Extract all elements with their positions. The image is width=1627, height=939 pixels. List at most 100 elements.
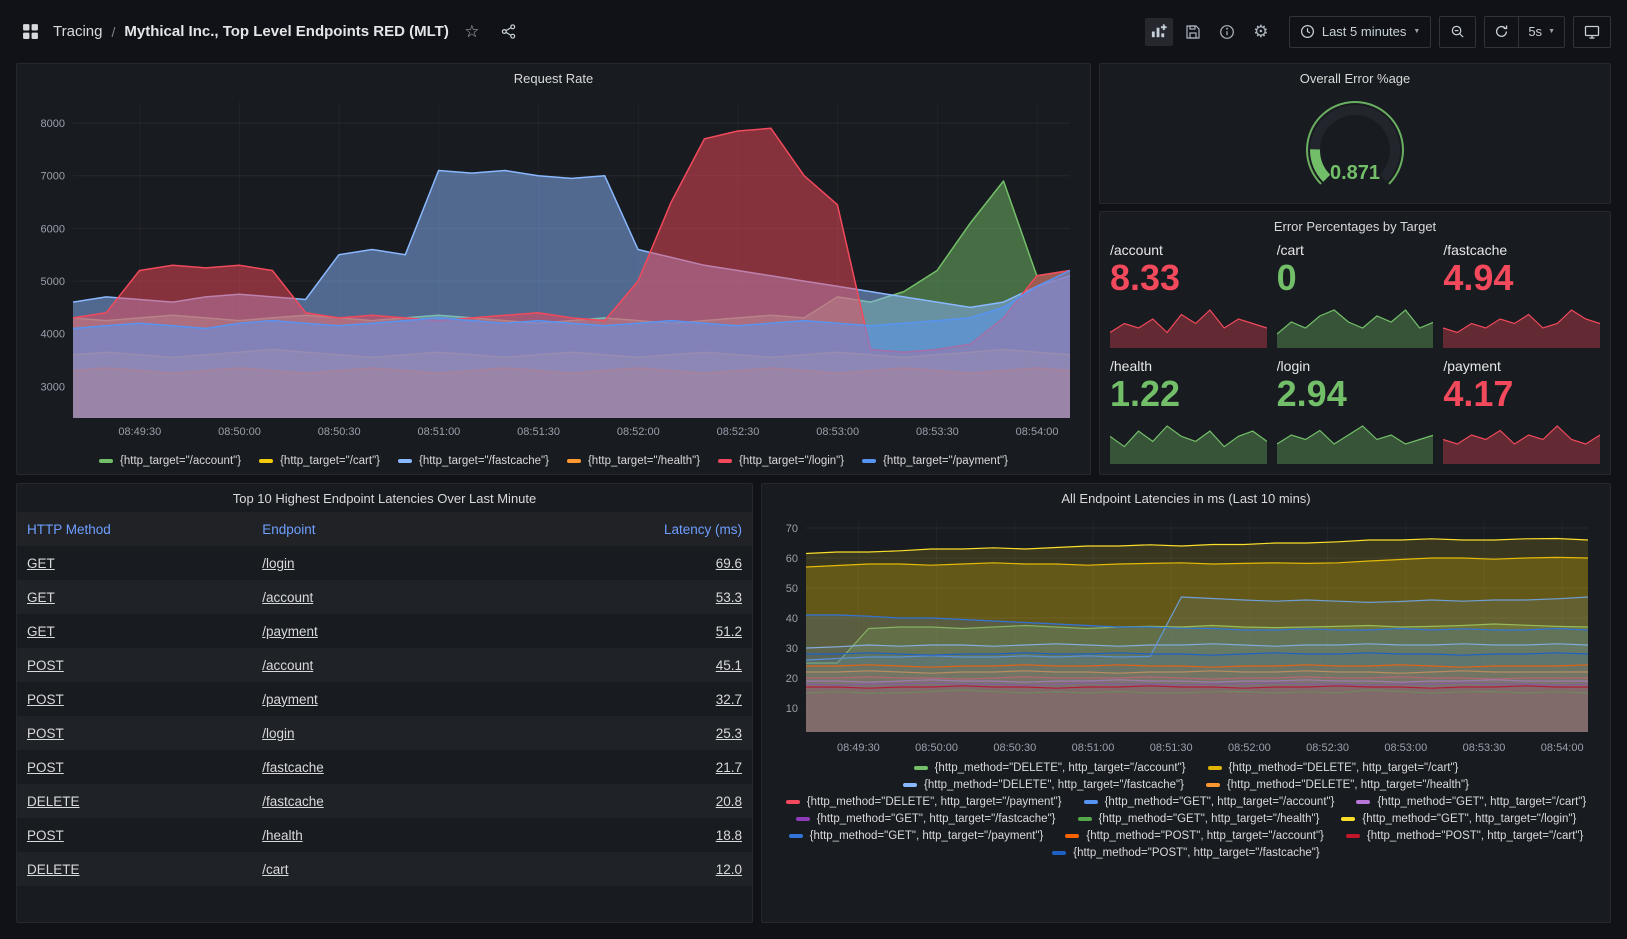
dashboard-insights-button[interactable] — [1213, 18, 1241, 46]
error-stat-account[interactable]: /account8.33 — [1110, 242, 1267, 348]
legend-item[interactable]: {http_method="POST", http_target="/accou… — [1065, 830, 1324, 842]
method-link[interactable]: POST — [27, 658, 64, 673]
all-latencies-chart[interactable]: 1020304050607008:49:3008:50:0008:50:3008… — [766, 510, 1606, 756]
legend-item[interactable]: {http_target="/health"} — [567, 455, 700, 467]
breadcrumb-separator: / — [111, 24, 115, 40]
legend-item[interactable]: {http_method="GET", http_target="/health… — [1078, 813, 1320, 825]
method-link[interactable]: POST — [27, 692, 64, 707]
method-link[interactable]: GET — [27, 590, 55, 605]
refresh-interval-select[interactable]: 5s ▼ — [1518, 17, 1564, 47]
latency-value[interactable]: 69.6 — [716, 556, 742, 571]
method-link[interactable]: POST — [27, 726, 64, 741]
legend-series-marker — [862, 459, 876, 463]
method-link[interactable]: GET — [27, 556, 55, 571]
latency-value[interactable]: 32.7 — [716, 692, 742, 707]
refresh-group: 5s ▼ — [1484, 16, 1565, 48]
zoom-out-time-button[interactable] — [1439, 16, 1476, 48]
latency-value[interactable]: 18.8 — [716, 828, 742, 843]
legend-item[interactable]: {http_method="DELETE", http_target="/fas… — [903, 779, 1184, 791]
add-panel-icon — [1150, 23, 1167, 40]
legend-item[interactable]: {http_method="POST", http_target="/fastc… — [1052, 847, 1319, 859]
method-link[interactable]: DELETE — [27, 794, 80, 809]
method-link[interactable]: DELETE — [27, 862, 80, 877]
endpoint-link[interactable]: /login — [262, 726, 294, 741]
panel-title[interactable]: Request Rate — [17, 64, 1090, 92]
refresh-interval-label: 5s — [1528, 24, 1542, 39]
legend-item[interactable]: {http_method="DELETE", http_target="/hea… — [1206, 779, 1469, 791]
time-range-picker[interactable]: Last 5 minutes ▼ — [1289, 16, 1431, 48]
monitor-icon — [1584, 24, 1600, 40]
request-rate-chart[interactable]: 30004000500060007000800008:49:3008:50:00… — [21, 90, 1086, 440]
latency-value[interactable]: 20.8 — [716, 794, 742, 809]
error-stat-fastcache[interactable]: /fastcache4.94 — [1443, 242, 1600, 348]
error-stat-health[interactable]: /health1.22 — [1110, 358, 1267, 464]
stat-label: /account — [1110, 242, 1267, 258]
endpoint-link[interactable]: /login — [262, 556, 294, 571]
legend-item[interactable]: {http_method="DELETE", http_target="/car… — [1208, 762, 1459, 774]
endpoint-link[interactable]: /cart — [262, 862, 288, 877]
legend-item[interactable]: {http_target="/cart"} — [259, 455, 380, 467]
column-header-method[interactable]: HTTP Method — [17, 512, 252, 546]
legend-item[interactable]: {http_target="/fastcache"} — [398, 455, 549, 467]
svg-text:3000: 3000 — [41, 381, 65, 393]
endpoint-link[interactable]: /health — [262, 828, 303, 843]
legend-item[interactable]: {http_method="POST", http_target="/cart"… — [1346, 830, 1583, 842]
panel-title[interactable]: Overall Error %age — [1100, 64, 1610, 92]
legend-item[interactable]: {http_target="/payment"} — [862, 455, 1008, 467]
endpoint-link[interactable]: /account — [262, 658, 313, 673]
table-cell-endpoint: /fastcache — [252, 750, 484, 784]
breadcrumb-section[interactable]: Tracing — [53, 23, 102, 40]
endpoint-link[interactable]: /payment — [262, 624, 318, 639]
latency-value[interactable]: 51.2 — [716, 624, 742, 639]
svg-text:08:54:00: 08:54:00 — [1541, 742, 1584, 754]
endpoint-link[interactable]: /fastcache — [262, 794, 324, 809]
latency-table: HTTP MethodEndpointLatency (ms) GET/login… — [17, 512, 752, 886]
share-icon[interactable] — [495, 18, 523, 46]
panel-title[interactable]: All Endpoint Latencies in ms (Last 10 mi… — [762, 484, 1610, 512]
legend-item[interactable]: {http_method="DELETE", http_target="/acc… — [914, 762, 1186, 774]
legend-item[interactable]: {http_target="/login"} — [718, 455, 844, 467]
latency-value[interactable]: 25.3 — [716, 726, 742, 741]
panel-title[interactable]: Top 10 Highest Endpoint Latencies Over L… — [17, 484, 752, 512]
legend-item[interactable]: {http_method="GET", http_target="/cart"} — [1356, 796, 1586, 808]
dashboard-settings-button[interactable]: ⚙ — [1247, 18, 1275, 46]
legend-item[interactable]: {http_method="GET", http_target="/accoun… — [1084, 796, 1335, 808]
column-header-endpoint[interactable]: Endpoint — [252, 512, 484, 546]
method-link[interactable]: POST — [27, 760, 64, 775]
latency-table-wrap: HTTP MethodEndpointLatency (ms) GET/login… — [17, 512, 752, 886]
legend-series-marker — [1065, 834, 1079, 838]
refresh-dashboard-button[interactable] — [1485, 17, 1518, 47]
favorite-star-icon[interactable]: ☆ — [458, 18, 486, 46]
endpoint-link[interactable]: /fastcache — [262, 760, 324, 775]
latency-value[interactable]: 53.3 — [716, 590, 742, 605]
panel-title[interactable]: Error Percentages by Target — [1100, 212, 1610, 240]
svg-text:08:51:30: 08:51:30 — [517, 426, 560, 438]
legend-series-label: {http_method="DELETE", http_target="/fas… — [924, 779, 1184, 791]
latency-value[interactable]: 12.0 — [716, 862, 742, 877]
legend-series-label: {http_target="/account"} — [120, 455, 241, 467]
error-stat-payment[interactable]: /payment4.17 — [1443, 358, 1600, 464]
apps-menu-icon[interactable] — [16, 18, 44, 46]
refresh-icon — [1494, 24, 1509, 39]
svg-text:08:51:30: 08:51:30 — [1150, 742, 1193, 754]
legend-item[interactable]: {http_target="/account"} — [99, 455, 241, 467]
legend-item[interactable]: {http_method="GET", http_target="/fastca… — [796, 813, 1056, 825]
error-stat-login[interactable]: /login2.94 — [1277, 358, 1434, 464]
endpoint-link[interactable]: /account — [262, 590, 313, 605]
column-header-latency[interactable]: Latency (ms) — [484, 512, 752, 546]
table-cell-method: GET — [17, 546, 252, 580]
latency-value[interactable]: 21.7 — [716, 760, 742, 775]
svg-text:08:53:30: 08:53:30 — [916, 426, 959, 438]
legend-item[interactable]: {http_method="DELETE", http_target="/pay… — [786, 796, 1062, 808]
legend-item[interactable]: {http_method="GET", http_target="/login"… — [1341, 813, 1576, 825]
method-link[interactable]: GET — [27, 624, 55, 639]
legend-item[interactable]: {http_method="GET", http_target="/paymen… — [789, 830, 1044, 842]
add-panel-button[interactable] — [1145, 18, 1173, 46]
save-dashboard-button[interactable] — [1179, 18, 1207, 46]
tv-mode-button[interactable] — [1573, 16, 1611, 48]
svg-text:08:50:00: 08:50:00 — [218, 426, 261, 438]
latency-value[interactable]: 45.1 — [716, 658, 742, 673]
error-stat-cart[interactable]: /cart0 — [1277, 242, 1434, 348]
endpoint-link[interactable]: /payment — [262, 692, 318, 707]
method-link[interactable]: POST — [27, 828, 64, 843]
